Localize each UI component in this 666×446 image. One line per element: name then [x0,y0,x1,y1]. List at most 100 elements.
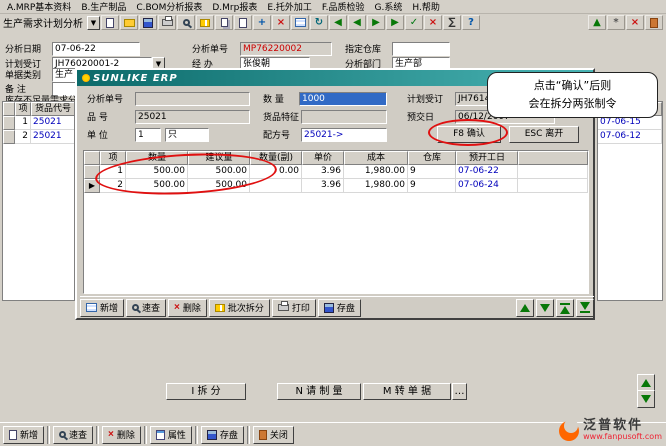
dlg-qty-field[interactable]: 1000 [299,92,387,106]
grid-col-cost: 成本 [344,151,408,165]
next-record-icon[interactable]: ▶ [367,15,385,30]
insert-row-icon[interactable]: + [253,15,271,30]
save-disk-icon [207,430,217,440]
dlg-unit-name-field[interactable]: 只 [165,128,209,142]
refresh-icon[interactable]: ↻ [310,15,328,30]
delete-button[interactable]: ×删除 [102,426,141,444]
dlg-item-no-field[interactable]: 25021 [135,110,250,124]
split-button[interactable]: I 拆 分 [166,383,246,400]
menu-item-help[interactable]: H.帮助 [407,0,444,13]
grid-row[interactable]: ▶ 2 500.00 500.00 3.96 1,980.00 9 07-06-… [84,179,588,193]
dlg-batch-split-button[interactable]: 批次拆分 [209,299,270,317]
grid-col-filler [518,151,588,165]
menu-item-bom-report[interactable]: C.BOM分析报表 [131,0,207,13]
separator [47,426,50,444]
table-row[interactable]: 07-06-15 [598,116,662,130]
transfer-doc-button[interactable]: M 转 单 据 [363,383,451,400]
title-dropdown-icon[interactable]: ▼ [87,16,100,30]
dlg-first-record-button[interactable] [556,299,574,317]
dlg-unit-label: 单 位 [87,130,108,143]
dlg-prev-record-button[interactable] [516,299,534,317]
dlg-analysis-no-field[interactable] [135,92,250,106]
grid-icon[interactable] [291,15,309,30]
add-button[interactable]: 新增 [3,426,44,444]
start-date: 07-06-15 [598,116,662,130]
cancel-icon[interactable]: × [424,15,442,30]
dlg-feature-field[interactable] [301,110,387,124]
callout-line2: 会在拆分两张制令 [529,95,617,113]
dlg-save-button[interactable]: 存盘 [318,299,361,317]
new-icon[interactable] [101,15,119,30]
sun-logo-icon [82,74,90,82]
prev-record-icon[interactable]: ◀ [348,15,366,30]
open-icon[interactable] [120,15,138,30]
table-row[interactable]: 2 25021 [3,130,74,144]
toolbar: 生产需求计划分析 ▼ + × ↻ ◀ ◀ ▶ ▶ ✓ × ∑ ? ▲ * × [0,14,666,31]
quick-search-button[interactable]: 速查 [53,426,93,444]
request-make-button[interactable]: N 请 制 量 [277,383,361,400]
menu-item-system[interactable]: G.系统 [370,0,408,13]
preview-icon[interactable] [177,15,195,30]
grid-col-qty: 数量 [126,151,188,165]
export-icon[interactable]: ▲ [588,15,606,30]
warehouse-field[interactable] [392,42,450,56]
dlg-formula-field[interactable]: 25021-> [301,128,387,142]
dlg-quick-search-button[interactable]: 速查 [126,299,166,317]
dlg-analysis-no-label: 分析单号 [87,94,123,107]
callout-line1: 点击“确认”后则 [534,77,611,95]
grid-header-row: 项 数量 建议量 数量(副) 单价 成本 仓库 预开工日 [84,151,588,165]
copy-icon[interactable] [215,15,233,30]
dlg-unit-field[interactable]: 1 [135,128,161,142]
print-icon[interactable] [158,15,176,30]
menu-item-production[interactable]: B.生产制品 [76,0,131,13]
add-icon [9,430,17,440]
main-next-record-button[interactable] [637,390,655,408]
grid-col-price: 单价 [302,151,344,165]
table-row[interactable]: 1 25021 [3,116,74,130]
menu-item-outsourcing[interactable]: E.托外加工 [262,0,317,13]
exit-icon[interactable] [645,15,663,30]
grid-col-start: 预开工日 [456,151,518,165]
separator [96,426,99,444]
dlg-last-record-button[interactable] [576,299,594,317]
close-button[interactable]: 关闭 [253,426,294,444]
cut-icon[interactable] [196,15,214,30]
table-row[interactable]: 07-06-12 [598,130,662,144]
analysis-date-field[interactable]: 07-06-22 [52,42,140,56]
menu-bar: A.MRP基本资料 B.生产制品 C.BOM分析报表 D.Mrp报表 E.托外加… [0,0,666,14]
save-icon[interactable] [139,15,157,30]
dlg-next-record-button[interactable] [536,299,554,317]
dlg-add-button[interactable]: 新增 [80,299,124,317]
properties-button[interactable]: 属性 [150,426,192,444]
dlg-plan-order-label: 计划受订 [407,94,443,107]
save-button[interactable]: 存盘 [201,426,244,444]
row-gutter [3,102,15,116]
more-button[interactable]: … [452,383,467,400]
first-record-icon[interactable]: ◀ [329,15,347,30]
confirm-icon[interactable]: ✓ [405,15,423,30]
doc-type-label: 单据类别 [5,70,41,83]
menu-item-mrp-base[interactable]: A.MRP基本资料 [2,0,76,13]
last-record-icon[interactable]: ▶ [386,15,404,30]
help-icon[interactable]: ? [462,15,480,30]
col-header-item: 项 [15,102,31,116]
dlg-feature-label: 货品特征 [263,112,299,125]
grid-col-qty2: 数量(副) [250,151,302,165]
close-icon[interactable]: × [626,15,644,30]
esc-leave-button[interactable]: ESC 离开 [509,126,579,143]
warehouse-label: 指定仓库 [345,44,381,57]
sum-icon[interactable]: ∑ [443,15,461,30]
settings-icon[interactable]: * [607,15,625,30]
dlg-print-button[interactable]: 打印 [272,299,316,317]
dlg-item-no-label: 品 号 [87,112,108,125]
menu-item-mrp-report[interactable]: D.Mrp报表 [207,0,262,13]
split-grid: 项 数量 建议量 数量(副) 单价 成本 仓库 预开工日 1 500.00 50… [83,150,589,294]
delete-icon: × [108,430,114,440]
menu-item-quality[interactable]: F.品质检验 [317,0,370,13]
analysis-no-field[interactable]: MP76220002 [240,42,332,56]
dlg-delete-button[interactable]: ×删除 [168,299,207,317]
f8-confirm-button[interactable]: F8 确认 [437,126,501,143]
delete-row-icon[interactable]: × [272,15,290,30]
paste-icon[interactable] [234,15,252,30]
grid-row[interactable]: 1 500.00 500.00 0.00 3.96 1,980.00 9 07-… [84,165,588,179]
